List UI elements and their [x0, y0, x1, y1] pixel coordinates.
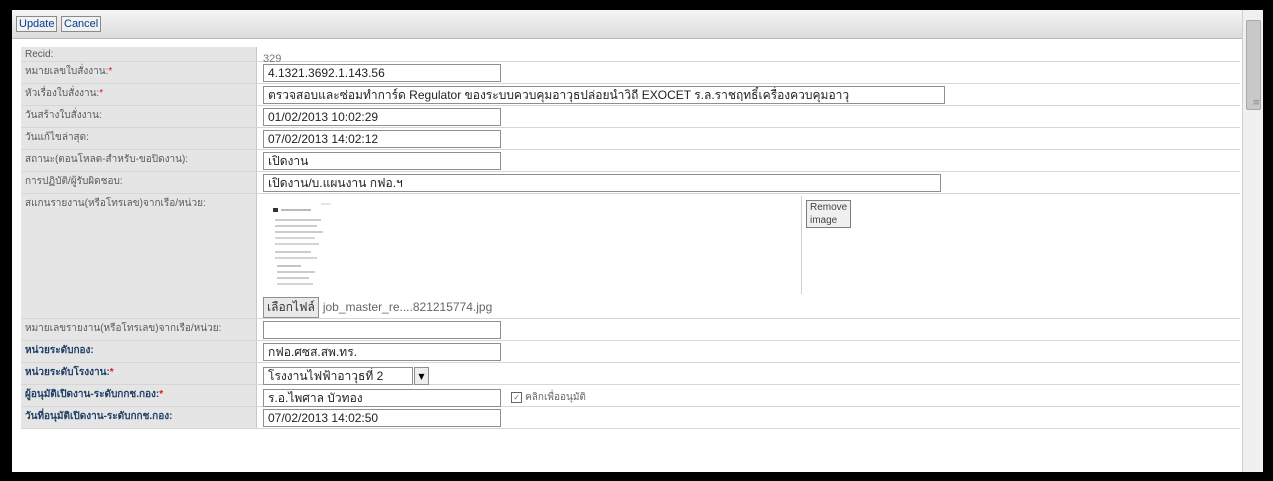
- row-approver: ผู้อนุมัติเปิดงาน-ระดับกกช.กอง:* ร.อ.ไพศ…: [21, 385, 1240, 407]
- label-job-title: หัวเรื่องใบสั่งงาน:: [25, 88, 100, 99]
- status-input[interactable]: เปิดงาน: [263, 152, 501, 170]
- label-report-image: สแกนรายงาน(หรือโทรเลข)จากเรือ/หน่วย:: [21, 194, 257, 318]
- job-no-input[interactable]: 4.1321.3692.1.143.56: [263, 64, 501, 82]
- checkbox-icon[interactable]: ✓: [511, 391, 523, 403]
- row-job-title: หัวเรื่องใบสั่งงาน:* ตรวจสอบและซ่อมทำการ…: [21, 84, 1240, 106]
- scanned-document-thumbnail: [271, 200, 341, 292]
- modified-input[interactable]: 07/02/2013 14:02:12: [263, 130, 501, 148]
- row-recid: Recid: 329: [21, 47, 1240, 65]
- update-button[interactable]: Update: [16, 16, 58, 32]
- row-report-image: สแกนรายงาน(หรือโทรเลข)จากเรือ/หน่วย: Rem…: [21, 194, 1240, 319]
- row-report-no: หมายเลขรายงาน(หรือโทรเลข)จากเรือ/หน่วย:: [21, 319, 1240, 341]
- form-table: Recid: 329 หมายเลขใบสั่งงาน:* 4.1321.369…: [21, 47, 1240, 429]
- file-chooser: เลือกไฟล์ job_master_re....821215774.jpg: [263, 297, 1234, 318]
- approver-input[interactable]: ร.อ.ไพศาล บัวทอง: [263, 388, 501, 407]
- label-approver: ผู้อนุมัติเปิดงาน-ระดับกกช.กอง:: [25, 389, 160, 400]
- approve-date-input[interactable]: 07/02/2013 14:02:50: [263, 409, 501, 427]
- approve-checkbox-label: คลิกเพื่ออนุมัติ: [525, 392, 586, 403]
- created-input[interactable]: 01/02/2013 10:02:29: [263, 108, 501, 126]
- division-input[interactable]: กฟอ.ศซส.สพ.ทร.: [263, 343, 501, 361]
- grip-icon: ≡: [1252, 98, 1260, 108]
- image-preview-area: Remove image: [263, 196, 852, 294]
- label-factory: หน่วยระดับโรงงาน:: [25, 367, 110, 378]
- label-approve-date: วันที่อนุมัติเปิดงาน-ระดับกกช.กอง:: [21, 407, 257, 428]
- label-division: หน่วยระดับกอง:: [21, 341, 257, 362]
- row-factory: หน่วยระดับโรงงาน:* โรงงานไฟฟ้าอาวุธที่ 2…: [21, 363, 1240, 385]
- row-operation: การปฏิบัติ/ผู้รับผิดชอบ: เปิดงาน/บ.แผนงา…: [21, 172, 1240, 194]
- row-division: หน่วยระดับกอง: กฟอ.ศซส.สพ.ทร.: [21, 341, 1240, 363]
- required-mark: *: [109, 367, 114, 378]
- edit-record-panel: Update Cancel Recid: 329 หมายเลขใบสั่งงา…: [12, 10, 1263, 472]
- image-divider: [801, 196, 802, 294]
- factory-select-value: โรงงานไฟฟ้าอาวุธที่ 2: [263, 367, 413, 385]
- required-mark: *: [108, 66, 113, 77]
- operation-input[interactable]: เปิดงาน/บ.แผนงาน กฟอ.ฯ: [263, 174, 941, 192]
- label-job-no: หมายเลขใบสั่งงาน:: [25, 66, 109, 77]
- factory-select[interactable]: โรงงานไฟฟ้าอาวุธที่ 2 ▼: [263, 367, 429, 385]
- chevron-down-icon[interactable]: ▼: [414, 367, 429, 385]
- scrollbar-thumb[interactable]: [1246, 20, 1261, 110]
- row-approve-date: วันที่อนุมัติเปิดงาน-ระดับกกช.กอง: 07/02…: [21, 407, 1240, 429]
- label-recid: Recid:: [21, 47, 257, 61]
- report-no-input[interactable]: [263, 321, 501, 339]
- required-mark: *: [99, 88, 104, 99]
- row-created: วันสร้างใบสั่งงาน: 01/02/2013 10:02:29: [21, 106, 1240, 128]
- row-job-no: หมายเลขใบสั่งงาน:* 4.1321.3692.1.143.56: [21, 62, 1240, 84]
- row-modified: วันแก้ไขล่าสุด: 07/02/2013 14:02:12: [21, 128, 1240, 150]
- approve-checkbox-group[interactable]: ✓ คลิกเพื่ออนุมัติ: [511, 391, 586, 403]
- row-status: สถานะ(ตอนโหลด-สำหรับ-ขอปิดงาน): เปิดงาน: [21, 150, 1240, 172]
- label-status: สถานะ(ตอนโหลด-สำหรับ-ขอปิดงาน):: [21, 150, 257, 171]
- cancel-button[interactable]: Cancel: [61, 16, 102, 32]
- label-operation: การปฏิบัติ/ผู้รับผิดชอบ:: [21, 172, 257, 193]
- remove-image-button[interactable]: Remove image: [806, 200, 852, 228]
- label-report-no: หมายเลขรายงาน(หรือโทรเลข)จากเรือ/หน่วย:: [21, 319, 257, 340]
- label-modified: วันแก้ไขล่าสุด:: [21, 128, 257, 149]
- job-title-input[interactable]: ตรวจสอบและซ่อมทำการ์ด Regulator ของระบบค…: [263, 86, 945, 104]
- toolbar: Update Cancel: [12, 10, 1263, 39]
- choose-file-button[interactable]: เลือกไฟล์: [263, 297, 319, 318]
- label-created: วันสร้างใบสั่งงาน:: [21, 106, 257, 127]
- required-mark: *: [159, 389, 164, 400]
- vertical-scrollbar[interactable]: [1242, 10, 1263, 472]
- selected-file-name: job_master_re....821215774.jpg: [322, 300, 493, 314]
